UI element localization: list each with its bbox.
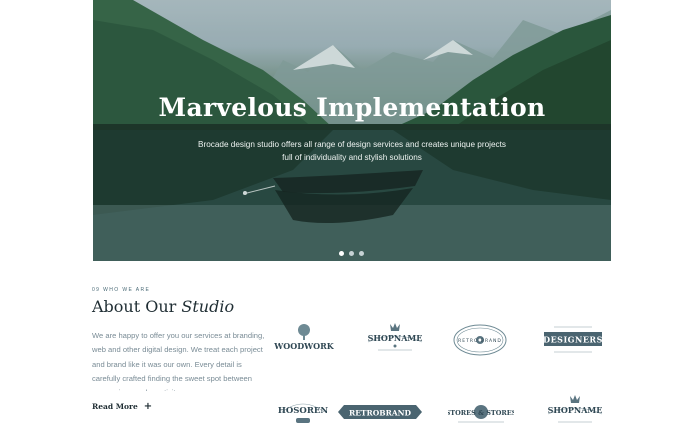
plus-icon: + — [143, 401, 153, 412]
client-logo-designers[interactable]: DESIGNERS — [540, 322, 606, 358]
section-eyebrow: 09 WHO WE ARE — [92, 287, 151, 293]
section-title-italic: Studio — [181, 297, 235, 316]
client-name-5: HOSOREN — [278, 406, 329, 416]
hero-title: Marvelous Implementation — [158, 93, 546, 122]
crown-icon — [570, 395, 580, 403]
tree-icon — [298, 324, 310, 340]
section-title: About Our Studio — [92, 297, 234, 316]
hero-landscape-image — [93, 0, 611, 261]
client-logo-hosoren[interactable]: HOSOREN — [272, 392, 334, 432]
about-description: We are happy to offer you our services a… — [92, 331, 265, 391]
hero-subtitle: Brocade design studio offers all range o… — [198, 140, 506, 162]
client-logo-retrobrand[interactable]: RETROBRAND — [336, 398, 424, 426]
client-logo-shopname-2[interactable]: SHOPNAME — [540, 392, 610, 432]
read-more-link[interactable]: Read More + — [92, 401, 152, 412]
crown-icon — [390, 323, 400, 331]
client-logo-retro-brand[interactable]: RETRO BRAND — [450, 320, 510, 360]
client-name-8: SHOPNAME — [548, 405, 603, 415]
slider-dot-1[interactable] — [339, 251, 344, 256]
client-logo-woodwork[interactable]: WOODWORK — [272, 322, 336, 358]
client-name-1: WOODWORK — [273, 341, 334, 351]
hero-slider[interactable]: Marvelous Implementation Brocade design … — [93, 0, 611, 261]
slider-dot-2[interactable] — [349, 251, 354, 256]
client-name-2: SHOPNAME — [368, 333, 423, 343]
read-more-label: Read More — [92, 402, 138, 411]
slider-dot-3[interactable] — [359, 251, 364, 256]
section-title-plain: About Our — [92, 297, 182, 316]
client-logo-shopname[interactable]: SHOPNAME — [360, 320, 430, 360]
client-name-7: STORES & STORES — [448, 409, 514, 417]
client-name-4: DESIGNERS — [543, 335, 603, 345]
client-logo-stores[interactable]: STORES & STORES — [448, 394, 514, 430]
client-name-3: RETRO BRAND — [458, 338, 502, 344]
slider-pagination — [339, 251, 364, 256]
client-name-6: RETROBRAND — [349, 409, 412, 418]
